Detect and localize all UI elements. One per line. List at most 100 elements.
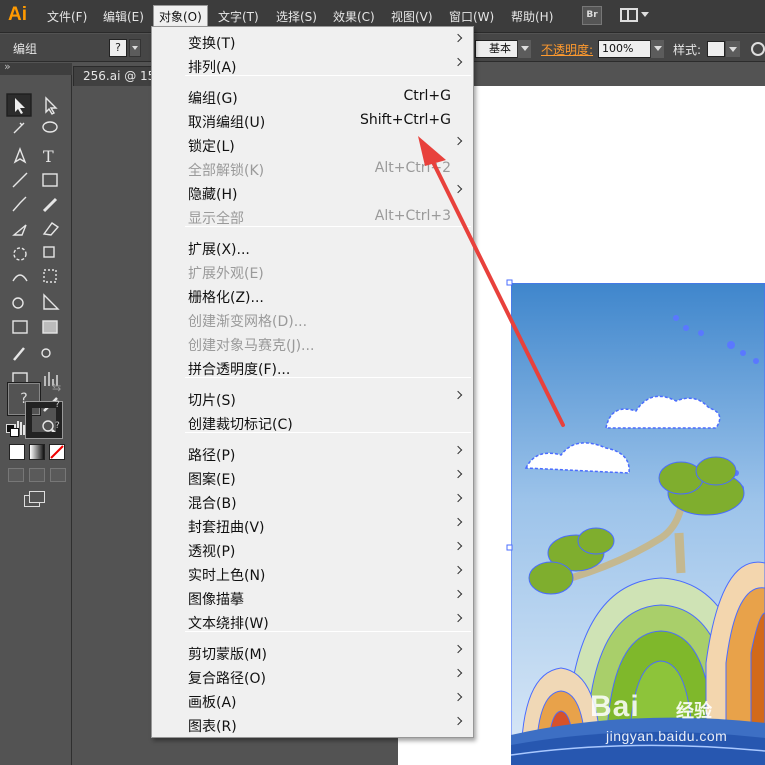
object-menu-item[interactable]: 画板(A) — [152, 689, 473, 713]
object-menu-item[interactable]: 图像描摹 — [152, 586, 473, 610]
object-menu-item[interactable]: 复合路径(O) — [152, 665, 473, 689]
object-menu-item[interactable]: 混合(B) — [152, 490, 473, 514]
chevron-right-icon — [455, 615, 461, 624]
menu-item-label: 锁定(L) — [188, 139, 235, 155]
width-tool-icon[interactable] — [12, 274, 28, 282]
object-menu-item[interactable]: 封套扭曲(V) — [152, 514, 473, 538]
fill-color-swatch[interactable]: ? — [109, 39, 127, 57]
chevron-down-icon — [641, 12, 649, 17]
menu-select[interactable]: 选择(S) — [272, 7, 321, 26]
menu-item-label: 扩展外观(E) — [188, 266, 264, 282]
lasso-icon[interactable] — [42, 121, 58, 133]
default-fill-stroke-icon[interactable] — [6, 424, 19, 437]
document-tab[interactable]: 256.ai @ 15 — [73, 66, 153, 86]
menu-item-label: 透视(P) — [188, 544, 236, 560]
selection-type-label: 编组 — [13, 42, 38, 56]
mesh-tool-icon[interactable] — [12, 320, 28, 334]
menu-item-label: 文本绕排(W) — [188, 616, 269, 632]
pen-tool-icon[interactable] — [13, 147, 27, 164]
object-menu-item[interactable]: 透视(P) — [152, 538, 473, 562]
graphic-style-swatch[interactable] — [707, 41, 725, 57]
eraser-icon[interactable] — [42, 222, 60, 236]
object-menu-item[interactable]: 隐藏(H) — [152, 181, 473, 205]
object-menu-item[interactable]: 剪切蒙版(M) — [152, 641, 473, 665]
shape-builder-icon[interactable] — [12, 297, 24, 309]
menu-separator — [185, 226, 471, 227]
object-menu-item[interactable]: 扩展(X)... — [152, 236, 473, 260]
color-mode-button[interactable] — [9, 444, 25, 460]
gradient-tool-icon[interactable] — [42, 320, 58, 334]
object-menu-item: 创建渐变网格(D)... — [152, 308, 473, 332]
draw-behind-button[interactable] — [29, 468, 45, 482]
object-menu-item[interactable]: 图表(R) — [152, 713, 473, 737]
chevron-right-icon — [455, 718, 461, 727]
gradient-mode-button[interactable] — [29, 444, 45, 460]
handle-top-left[interactable] — [506, 279, 513, 286]
chevron-right-icon — [455, 694, 461, 703]
screen-mode-icon[interactable] — [24, 491, 46, 507]
object-menu-item[interactable]: 锁定(L) — [152, 133, 473, 157]
object-menu-item[interactable]: 栅格化(Z)... — [152, 284, 473, 308]
menu-item-label: 切片(S) — [188, 393, 236, 409]
menu-item-label: 取消编组(U) — [188, 115, 266, 131]
object-menu-item[interactable]: 变换(T) — [152, 30, 473, 54]
eyedropper-icon[interactable] — [13, 347, 25, 361]
menu-edit[interactable]: 编辑(E) — [99, 7, 148, 26]
menu-item-label: 混合(B) — [188, 496, 237, 512]
draw-normal-button[interactable] — [8, 468, 24, 482]
blob-brush-icon[interactable] — [12, 224, 27, 236]
chevron-right-icon — [455, 392, 461, 401]
scale-tool-icon[interactable] — [43, 246, 55, 258]
stroke-unknown-mark: ? — [55, 400, 60, 410]
menu-item-label: 编组(G) — [188, 91, 238, 107]
menu-type[interactable]: 文字(T) — [214, 7, 263, 26]
handle-middle-left[interactable] — [506, 544, 513, 551]
menu-object[interactable]: 对象(O) — [153, 5, 208, 28]
opacity-dropdown-button[interactable] — [650, 40, 664, 58]
object-menu-item[interactable]: 路径(P) — [152, 442, 473, 466]
object-menu-item[interactable]: 实时上色(N) — [152, 562, 473, 586]
blend-tool-icon[interactable] — [41, 348, 51, 358]
profile-dropdown-button[interactable] — [517, 40, 531, 58]
style-dropdown-button[interactable] — [726, 41, 740, 57]
menu-window[interactable]: 窗口(W) — [445, 7, 498, 26]
pencil-icon[interactable] — [42, 197, 58, 213]
rotate-tool-icon[interactable] — [13, 247, 27, 261]
direct-selection-icon[interactable] — [45, 96, 58, 115]
chevron-right-icon — [455, 447, 461, 456]
menu-item-shortcut: Ctrl+G — [403, 88, 452, 104]
fill-dropdown-button[interactable] — [129, 39, 141, 57]
bridge-button[interactable]: Br — [582, 6, 602, 25]
draw-inside-button[interactable] — [50, 468, 66, 482]
menu-view[interactable]: 视图(V) — [387, 7, 437, 26]
line-segment-icon[interactable] — [12, 172, 28, 188]
menu-effect[interactable]: 效果(C) — [329, 7, 379, 26]
menu-separator — [185, 377, 471, 378]
watermark-url: jingyan.baidu.com — [606, 728, 728, 744]
magic-wand-icon[interactable] — [13, 122, 25, 134]
chevron-right-icon — [455, 646, 461, 655]
none-mode-button[interactable] — [49, 444, 65, 460]
menu-item-label: 创建裁切标记(C) — [188, 417, 293, 433]
menu-item-label: 变换(T) — [188, 36, 236, 52]
workspace-switcher-button[interactable] — [620, 7, 650, 24]
free-transform-icon[interactable] — [43, 269, 57, 283]
object-menu-item[interactable]: 编组(G) Ctrl+G — [152, 85, 473, 109]
menu-item-label: 路径(P) — [188, 448, 236, 464]
object-menu-item[interactable]: 取消编组(U) Shift+Ctrl+G — [152, 109, 473, 133]
opacity-label[interactable]: 不透明度: — [541, 41, 593, 58]
type-tool-icon[interactable]: T — [43, 147, 54, 166]
object-menu-item[interactable]: 图案(E) — [152, 466, 473, 490]
perspective-grid-icon[interactable] — [43, 293, 60, 310]
menu-help[interactable]: 帮助(H) — [507, 7, 557, 26]
menu-item-label: 实时上色(N) — [188, 568, 266, 584]
swap-fill-stroke-icon[interactable]: ⇆ — [52, 381, 61, 394]
object-menu-item: 全部解锁(K) Alt+Ctrl+2 — [152, 157, 473, 181]
object-menu-item[interactable]: 切片(S) — [152, 387, 473, 411]
menu-file[interactable]: 文件(F) — [43, 7, 91, 26]
paintbrush-icon[interactable] — [12, 196, 27, 212]
recolor-artwork-icon[interactable] — [751, 42, 765, 56]
style-label: 样式: — [673, 43, 702, 57]
rectangle-tool-icon[interactable] — [42, 173, 58, 187]
menu-item-label: 全部解锁(K) — [188, 163, 265, 179]
